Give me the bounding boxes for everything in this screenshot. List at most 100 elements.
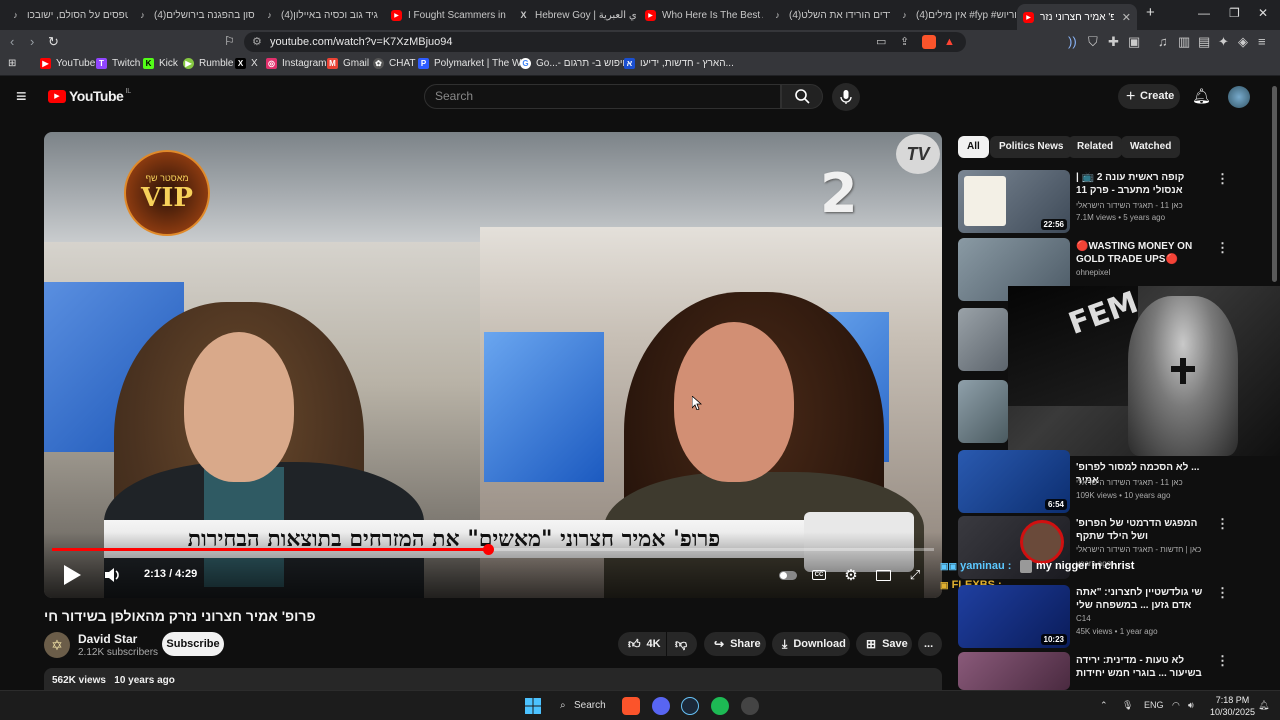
dislike-button[interactable]: 👎︎ <box>667 632 697 656</box>
system-clock[interactable]: 7:18 PM 10/30/2025 <box>1210 694 1255 718</box>
fullscreen-icon[interactable]: ⤢ <box>904 564 926 586</box>
settings-gear-icon[interactable]: ⚙ <box>840 564 862 586</box>
more-vert-icon[interactable]: ⋮ <box>1216 516 1229 532</box>
browser-tab[interactable]: ♪ (4)אסון בהפגנה בירושלים <box>131 4 255 26</box>
recommendation-thumbnail[interactable]: 22:56 <box>958 170 1070 233</box>
progress-scrubber[interactable] <box>482 544 494 555</box>
sidebar-icon[interactable]: ▥ <box>1178 34 1190 50</box>
share-icon[interactable]: ⇪ <box>900 32 909 52</box>
bookmark-rumble[interactable]: ▶ Rumble <box>183 58 233 69</box>
chip-politics-news[interactable]: Politics News <box>990 136 1073 158</box>
brave-browser-icon[interactable] <box>622 697 640 715</box>
restore-icon[interactable]: ❐ <box>1229 6 1240 20</box>
translate-icon[interactable]: )) <box>1068 34 1077 49</box>
close-window-icon[interactable]: ✕ <box>1258 6 1268 20</box>
steam-icon[interactable] <box>681 697 699 715</box>
recommendation-channel[interactable]: כאן | חדשות - תאגיד השידור הישראלי <box>1076 545 1201 554</box>
recommendation-thumbnail[interactable]: 10:23 <box>958 585 1070 648</box>
recommendation-channel[interactable]: כאן 11 - תאגיד השידור הישראלי <box>1076 201 1183 210</box>
back-icon[interactable]: ‹ <box>10 34 14 49</box>
chip-watched[interactable]: Watched <box>1121 136 1181 158</box>
language-indicator[interactable]: ENG <box>1144 700 1164 710</box>
voice-search-button[interactable] <box>832 83 860 111</box>
brave-rewards-icon[interactable]: ▲ <box>944 32 955 52</box>
bookmark-gmail[interactable]: M Gmail <box>327 58 369 69</box>
wallet-icon[interactable]: ▤ <box>1198 34 1210 50</box>
volume-icon[interactable] <box>102 564 124 586</box>
close-tab-icon[interactable]: ✕ <box>1122 11 1131 24</box>
shield-icon[interactable]: ⛉ <box>1088 34 1098 50</box>
like-button[interactable]: 👍︎ 4K <box>618 632 666 656</box>
recommendation-title[interactable]: 🔴WASTING MONEY ON GOLD TRADE UPS🔴 <box>1076 240 1214 266</box>
chip-related[interactable]: Related <box>1068 136 1123 158</box>
install-icon[interactable]: ▭ <box>876 32 886 52</box>
menu-icon[interactable]: ≡ <box>1258 34 1266 49</box>
recommendation-channel[interactable]: ohnepixel <box>1076 268 1110 277</box>
save-button[interactable]: ⊞ Save <box>856 632 912 656</box>
bookmark-haaretz[interactable]: א הארץ - חדשות, ידיעו... <box>624 58 734 69</box>
speaker-icon[interactable]: 🔊︎ <box>1188 700 1194 711</box>
discord-icon[interactable] <box>652 697 670 715</box>
bookmark-icon[interactable]: ⚐ <box>224 34 235 48</box>
more-vert-icon[interactable]: ⋮ <box>1216 240 1229 256</box>
search-input[interactable]: Search <box>424 84 781 109</box>
channel-name[interactable]: David Star <box>78 632 137 646</box>
progress-bar[interactable] <box>52 544 934 555</box>
leo-icon[interactable]: ✦ <box>1218 34 1229 50</box>
browser-tab[interactable]: ♪(4)חרדים הורידו את השלט <box>766 4 890 26</box>
browser-tab[interactable]: ▶Who Here Is The Best At B <box>639 4 763 26</box>
wifi-icon[interactable]: ◠ <box>1172 700 1180 711</box>
bookmark-chat[interactable]: ✿ CHAT <box>373 58 415 69</box>
forward-icon[interactable]: › <box>30 34 34 49</box>
page-scrollbar[interactable] <box>1272 86 1277 282</box>
browser-tab[interactable]: ♪ מטפסים על הסולם, ישובכו <box>4 4 128 26</box>
channel-avatar[interactable]: ✡ <box>44 632 70 658</box>
brave-shields-icon[interactable] <box>922 35 936 49</box>
bookmark-x[interactable]: XX <box>235 58 258 69</box>
play-icon[interactable] <box>58 562 84 588</box>
recommendation-channel[interactable]: כאן 11 - תאגיד השידור הישראלי <box>1076 478 1183 487</box>
recommendation-thumbnail[interactable]: 6:54 <box>958 450 1070 513</box>
app-icon[interactable] <box>741 697 759 715</box>
miniplayer-icon[interactable] <box>872 564 894 586</box>
subtitles-icon[interactable]: CC <box>808 564 830 586</box>
bookmark-google-translate[interactable]: G Go...- חיפוש ב- תרגום <box>520 58 629 69</box>
taskbar-search[interactable]: ⌕ Search <box>556 696 610 716</box>
account-avatar[interactable] <box>1228 86 1250 108</box>
share-button[interactable]: ↪ Share <box>704 632 766 656</box>
bookmark-polymarket[interactable]: P Polymarket | The W... <box>418 58 529 69</box>
autoplay-toggle[interactable] <box>777 564 799 586</box>
bookmark-instagram[interactable]: ◎ Instagram <box>266 58 326 69</box>
browser-tab[interactable]: ♪(4)אין מילים #fyp #פוריוש <box>893 4 1017 26</box>
notification-icon[interactable]: 🔔︎ <box>1258 700 1269 711</box>
vpn-icon[interactable]: ◈ <box>1238 34 1248 50</box>
reload-icon[interactable]: ↻ <box>48 34 59 50</box>
recommendation-thumbnail[interactable] <box>958 652 1070 690</box>
hamburger-menu-icon[interactable]: ≡ <box>16 86 27 107</box>
more-vert-icon[interactable]: ⋮ <box>1216 585 1229 601</box>
microphone-tray-icon[interactable]: 🎙︎ <box>1122 700 1133 711</box>
more-vert-icon[interactable]: ⋮ <box>1216 653 1229 669</box>
download-button[interactable]: ⤓ Download <box>772 632 850 656</box>
bookmark-twitch[interactable]: T Twitch <box>96 58 140 69</box>
search-button[interactable] <box>781 84 823 109</box>
chip-all[interactable]: All <box>958 136 989 158</box>
tray-overflow-icon[interactable]: ⌃ <box>1100 700 1108 711</box>
recommendation-channel[interactable]: C14 <box>1076 614 1091 623</box>
more-actions-button[interactable]: ... <box>918 632 942 656</box>
media-icon[interactable]: ♫ <box>1158 34 1168 49</box>
extensions-icon[interactable]: ✚ <box>1108 34 1119 50</box>
bookmark-youtube[interactable]: ▶ YouTube <box>40 58 95 69</box>
spotify-icon[interactable] <box>711 697 729 715</box>
new-tab-button[interactable]: + <box>1146 4 1155 21</box>
apps-icon[interactable]: ⊞ <box>8 58 16 69</box>
minimize-icon[interactable]: — <box>1198 6 1210 20</box>
windows-start-icon[interactable] <box>524 697 542 715</box>
browser-tab[interactable]: XHebrew Goy | عوي العبرية <box>512 4 636 26</box>
site-info-icon[interactable]: ⚙ <box>252 32 262 52</box>
browser-tab[interactable]: ▶I Fought Scammers in Pari <box>385 4 509 26</box>
video-player[interactable]: מאסטר שף VIP 2 TV פרופ' אמיר חצרוני "מאש… <box>44 132 942 598</box>
recommendation-thumbnail[interactable] <box>958 380 1008 443</box>
subscribe-button[interactable]: Subscribe <box>162 632 224 656</box>
bookmark-kick[interactable]: K Kick <box>143 58 178 69</box>
